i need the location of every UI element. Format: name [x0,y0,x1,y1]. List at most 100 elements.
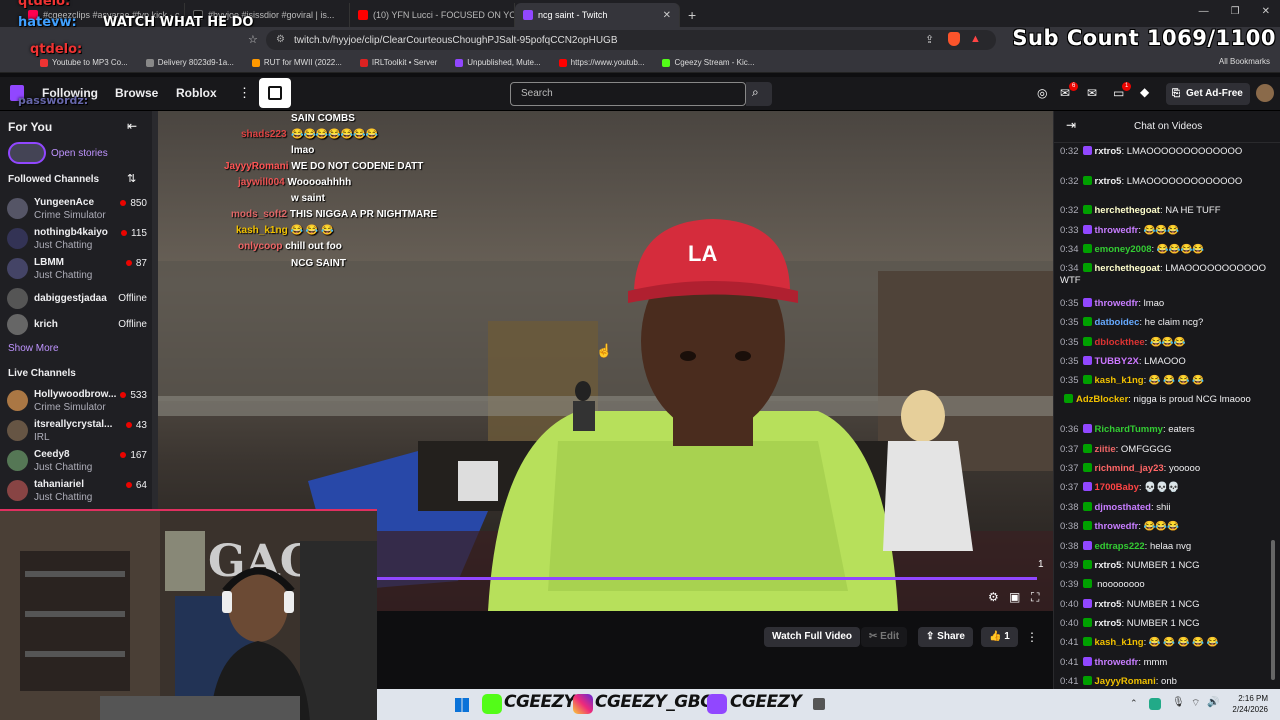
tray-chevron-icon[interactable]: ⌃ [1130,698,1138,709]
bits-icon[interactable]: ◆ [1140,85,1149,99]
browser-tab[interactable]: (10) YFN Lucci - FOCUSED ON YOU... [350,3,515,27]
more-menu-icon[interactable]: ⋮ [238,85,251,101]
chat-timestamp: 0:34 [1060,263,1079,274]
user-avatar[interactable] [1256,84,1274,102]
chat-badge-icon [1082,244,1092,253]
chat-username[interactable]: ziitie [1095,444,1116,455]
nav-roblox[interactable]: Roblox [176,86,217,100]
chat-username[interactable]: richmind_jay23 [1095,463,1164,474]
video-progress-bar[interactable] [377,577,1037,580]
volume-icon[interactable]: 🔊 [1207,697,1219,708]
chat-username[interactable]: rxtro5 [1095,146,1122,157]
chat-username[interactable]: edtraps222 [1095,541,1145,552]
bookmark-item[interactable]: RUT for MWII (2022... [251,58,342,67]
share-button[interactable]: ⇪ Share [918,627,973,647]
chat-username[interactable]: throwedfr [1095,225,1139,236]
collapse-chat-icon[interactable]: ⇥ [1066,118,1076,132]
twitch-logo-icon[interactable] [10,85,24,101]
collapse-sidebar-icon[interactable]: ⇤ [127,119,137,133]
chat-username[interactable]: 1700Baby [1095,482,1139,493]
brave-shield-icon[interactable] [948,32,960,46]
new-tab-icon[interactable]: + [680,7,704,27]
url-field[interactable]: ⚙ twitch.tv/hyyjoe/clip/ClearCourteousCh… [266,30,996,50]
chat-message: 0:34 herchethegoat: LMAOOOOOOOOOOO WTF [1060,263,1272,287]
bookmark-item[interactable]: https://www.youtub... [558,58,644,67]
chat-username[interactable]: datboidec [1095,317,1140,328]
chat-username[interactable]: throwedfr [1095,657,1139,668]
followed-channel[interactable]: nothingb4kaiyo Just Chatting 115 [7,225,147,253]
microphone-icon[interactable]: 🎙 [1172,697,1185,708]
bookmark-item[interactable]: Delivery 8023d9-1a... [145,58,234,67]
browser-tab[interactable]: #hyyjoe #isissdior #goviral | is... [185,3,350,27]
chat-username[interactable]: AdzBlocker [1076,394,1128,405]
share-icon[interactable]: ⇪ [925,33,934,46]
settings-icon[interactable]: ⚙ [988,590,999,604]
chat-username[interactable]: kash_k1ng [1095,375,1144,386]
bookmark-item[interactable]: Youtube to MP3 Co... [40,58,128,67]
fullscreen-icon[interactable]: ⛶ [1031,590,1039,605]
close-tab-icon[interactable]: ✕ [663,10,671,21]
close-window-icon[interactable]: ✕ [1262,6,1270,17]
avatar [7,228,28,249]
taskbar-clock[interactable]: 2:16 PM 2/24/2026 [1232,693,1268,715]
bookmark-star-icon[interactable]: ☆ [248,33,258,46]
watch-full-video-button[interactable]: Watch Full Video [764,627,861,647]
sort-icon[interactable]: ⇅ [127,172,136,185]
edit-button[interactable]: ✂ Edit [861,627,908,647]
chat-username[interactable]: rxtro5 [1095,560,1122,571]
chat-username[interactable]: rxtro5 [1095,618,1122,629]
all-bookmarks-button[interactable]: All Bookmarks [1219,57,1270,66]
crown-icon[interactable]: ◎ [1037,86,1047,100]
chat-username[interactable]: rxtro5 [1095,176,1122,187]
followed-channel[interactable]: YungeenAce Crime Simulator 850 [7,195,147,223]
followed-channel[interactable]: krich Offline [7,311,147,339]
chat-scrollbar[interactable] [1271,540,1275,680]
chat-username[interactable]: djmosthated [1095,502,1151,513]
live-channel[interactable]: itsreallycrystal... IRL 43 [7,417,147,445]
extension-logo-icon[interactable] [259,78,291,108]
maximize-icon[interactable]: ❐ [1231,6,1240,17]
wifi-icon[interactable]: ⌔ [1191,697,1200,710]
get-ad-free-button[interactable]: ⎘ Get Ad-Free [1166,83,1250,105]
chat-username[interactable]: emoney2008 [1095,244,1152,255]
windows-start-icon[interactable] [455,698,469,712]
search-input[interactable]: Search [510,82,746,106]
like-button[interactable]: 👍 1 [981,627,1018,647]
search-button[interactable]: ⌕ [746,82,772,106]
chat-username[interactable]: throwedfr [1095,521,1139,532]
followed-channel[interactable]: dabiggestjadaa Offline [7,285,147,313]
live-channel[interactable]: Hollywoodbrow... Crime Simulator 533 [7,387,147,415]
chat-text: LMAOOO [1144,356,1186,367]
show-more-link[interactable]: Show More [8,343,59,354]
theatre-mode-icon[interactable]: ▣ [1009,590,1020,604]
browser-tab[interactable]: #cgeezclips #asyarae #fyp kick - c... [20,3,185,27]
followed-channel[interactable]: LBMM Just Chatting 87 [7,255,147,283]
minimize-icon[interactable]: — [1199,6,1209,17]
bookmark-item[interactable]: Cgeezy Stream - Kic... [662,58,754,67]
site-info-icon[interactable]: ⚙ [276,34,285,45]
browser-tab-active[interactable]: ncg saint - Twitch ✕ [515,3,680,27]
chat-username[interactable]: RichardTummy [1095,424,1163,435]
live-channel[interactable]: tahaniariel Just Chatting 64 [7,477,147,505]
inbox-icon[interactable]: ✉ [1087,86,1097,100]
tray-app-icon[interactable] [1149,698,1161,710]
rewards-icon[interactable]: ▲ [970,33,981,45]
live-channel[interactable]: Ceedy8 Just Chatting 167 [7,447,147,475]
bookmark-item[interactable]: IRLToolkit • Server [359,58,437,67]
bookmark-item[interactable]: Unpublished, Mute... [455,58,541,67]
chat-username[interactable]: herchethegoat [1095,263,1160,274]
channel-category: Crime Simulator [34,210,106,221]
chat-username[interactable]: rxtro5 [1095,599,1122,610]
nav-browse[interactable]: Browse [115,86,158,100]
nav-following[interactable]: Following [42,86,98,100]
chat-username[interactable]: herchethegoat [1095,205,1160,216]
chat-username[interactable]: TUBBY2X [1095,356,1139,367]
chat-username[interactable]: dblockthee [1095,337,1145,348]
stories-avatar[interactable] [8,142,46,164]
more-options-icon[interactable]: ⋮ [1026,630,1038,644]
chat-username[interactable]: JayyyRomani [1095,676,1156,687]
taskbar-app-icon[interactable] [813,698,825,710]
open-stories-link[interactable]: Open stories [51,148,108,159]
chat-username[interactable]: throwedfr [1095,298,1139,309]
chat-username[interactable]: kash_k1ng [1095,637,1144,648]
